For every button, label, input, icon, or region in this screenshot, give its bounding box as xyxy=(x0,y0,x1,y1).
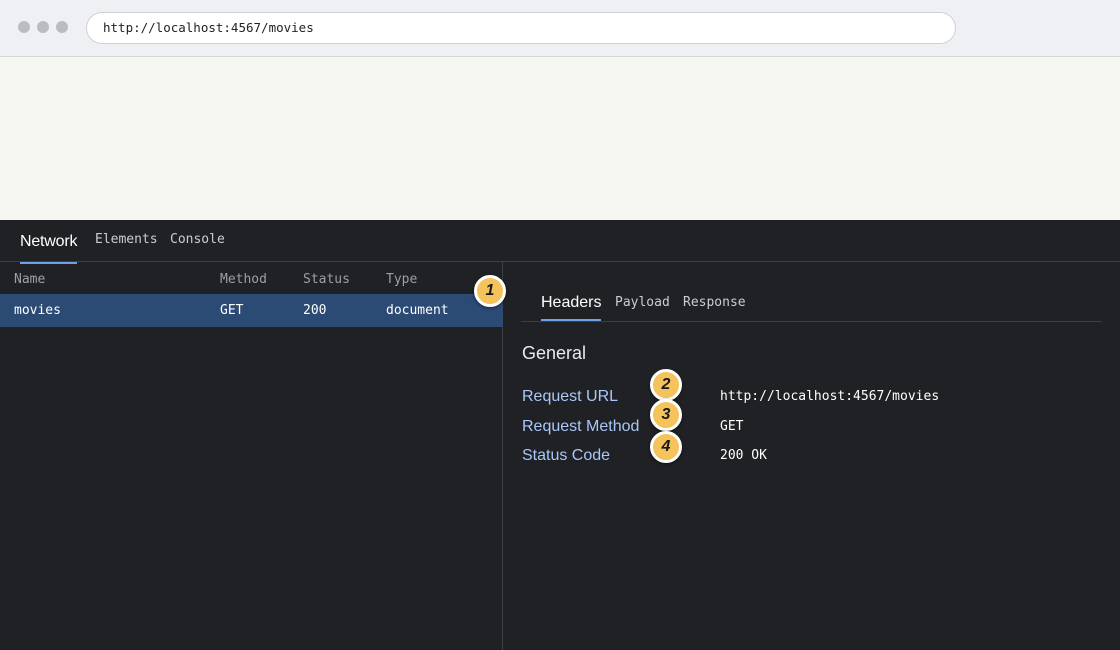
request-status: 200 xyxy=(303,303,327,318)
request-list: Name Method Status Type movies GET 200 d… xyxy=(0,262,503,650)
details-tabbar: Headers Payload Response xyxy=(521,286,1102,322)
annotation-badge-2: 2 xyxy=(650,369,682,401)
address-bar[interactable]: http://localhost:4567/movies xyxy=(86,12,956,44)
annotation-badge-4: 4 xyxy=(650,431,682,463)
page-viewport xyxy=(0,57,1120,220)
tab-headers[interactable]: Headers xyxy=(541,294,602,321)
tab-network[interactable]: Network xyxy=(20,233,78,264)
header-key-request-method: Request Method xyxy=(522,418,640,435)
window-maximize-dot[interactable] xyxy=(56,21,68,33)
devtools-panel: Network Elements Console Name Method Sta… xyxy=(0,220,1120,650)
window-minimize-dot[interactable] xyxy=(37,21,49,33)
annotation-badge-1: 1 xyxy=(474,275,506,307)
column-header-status[interactable]: Status xyxy=(303,272,350,287)
tab-response[interactable]: Response xyxy=(683,295,746,310)
tab-elements[interactable]: Elements xyxy=(95,232,158,247)
browser-toolbar: http://localhost:4567/movies xyxy=(0,0,1120,57)
column-header-name[interactable]: Name xyxy=(14,272,45,287)
tab-console[interactable]: Console xyxy=(170,232,225,247)
column-header-method[interactable]: Method xyxy=(220,272,267,287)
header-key-status-code: Status Code xyxy=(522,447,611,464)
window-close-dot[interactable] xyxy=(18,21,30,33)
table-row[interactable]: movies GET 200 document xyxy=(0,294,503,327)
annotation-badge-3: 3 xyxy=(650,399,682,431)
request-name: movies xyxy=(14,303,61,318)
header-value-request-method: GET xyxy=(720,419,744,434)
request-method: GET xyxy=(220,303,244,318)
header-value-status-code: 200 OK xyxy=(720,448,767,463)
request-type: document xyxy=(386,303,449,318)
request-details: Headers Payload Response General Request… xyxy=(503,262,1120,650)
header-key-request-url: Request URL xyxy=(522,388,619,405)
column-header-type[interactable]: Type xyxy=(386,272,417,287)
section-general-title[interactable]: General xyxy=(522,343,586,364)
devtools-tabbar: Network Elements Console xyxy=(0,220,1120,264)
tab-payload[interactable]: Payload xyxy=(615,295,670,310)
header-value-request-url: http://localhost:4567/movies xyxy=(720,389,940,404)
